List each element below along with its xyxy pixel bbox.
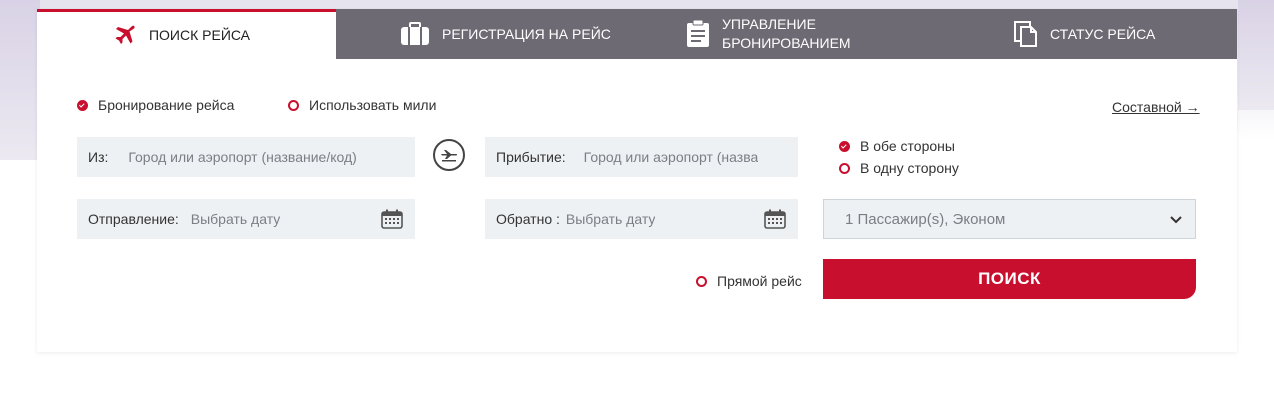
trip-type-oneway-label: В одну сторону — [860, 160, 959, 176]
trip-type-roundtrip-label: В обе стороны — [860, 138, 955, 154]
departure-input[interactable]: Выбрать дату — [191, 211, 281, 227]
to-label: Прибытие: — [496, 149, 566, 165]
booking-widget: ПОИСК РЕЙСА РЕГИСТРАЦИЯ НА РЕЙС УПРАВЛЕН… — [37, 9, 1237, 352]
suitcase-icon — [400, 22, 430, 46]
swap-direction-button[interactable] — [433, 139, 465, 171]
passengers-select[interactable]: 1 Пассажир(s), Эконом — [823, 199, 1196, 239]
booking-type-miles[interactable]: Использовать мили — [288, 97, 436, 113]
direct-flight-label: Прямой рейс — [717, 273, 802, 289]
tab-flight-status[interactable]: СТАТУС РЕЙСА — [974, 9, 1237, 59]
swap-direction-icon — [438, 143, 460, 168]
calendar-icon[interactable] — [381, 209, 403, 232]
trip-type-oneway[interactable]: В одну сторону — [839, 160, 959, 176]
return-date-field[interactable]: Обратно : Выбрать дату — [485, 199, 798, 239]
radio-checked-icon — [77, 99, 88, 111]
documents-icon — [1014, 21, 1038, 47]
tab-search-label: ПОИСК РЕЙСА — [148, 27, 251, 43]
departure-label: Отправление: — [88, 211, 179, 227]
trip-type-roundtrip[interactable]: В обе стороны — [839, 138, 955, 154]
radio-unchecked-icon — [839, 162, 850, 174]
search-button[interactable]: ПОИСК — [823, 259, 1196, 299]
background-decoration-right — [1238, 0, 1274, 110]
return-label: Обратно : — [496, 211, 560, 227]
to-field[interactable]: Прибытие: Город или аэропорт (назва — [485, 137, 798, 177]
tab-checkin[interactable]: РЕГИСТРАЦИЯ НА РЕЙС — [336, 9, 674, 59]
departure-date-field[interactable]: Отправление: Выбрать дату — [77, 199, 415, 239]
tab-manage-label: УПРАВЛЕНИЕ БРОНИРОВАНИЕМ — [722, 16, 851, 51]
booking-type-miles-label: Использовать мили — [309, 97, 437, 113]
clipboard-icon — [686, 20, 710, 48]
radio-checked-icon — [839, 140, 850, 152]
background-decoration-left — [0, 0, 40, 160]
return-input[interactable]: Выбрать дату — [566, 211, 656, 227]
airplane-icon — [113, 24, 137, 48]
direct-flight-option[interactable]: Прямой рейс — [696, 273, 802, 289]
chevron-down-icon — [1169, 212, 1183, 230]
tab-checkin-label: РЕГИСТРАЦИЯ НА РЕЙС — [442, 25, 611, 42]
tab-search-flight[interactable]: ПОИСК РЕЙСА — [37, 9, 336, 59]
tab-bar: ПОИСК РЕЙСА РЕГИСТРАЦИЯ НА РЕЙС УПРАВЛЕН… — [37, 9, 1237, 59]
booking-type-booking-label: Бронирование рейса — [98, 97, 235, 113]
calendar-icon[interactable] — [764, 209, 786, 232]
to-input[interactable]: Город или аэропорт (назва — [584, 149, 759, 165]
radio-unchecked-icon — [696, 275, 707, 287]
tab-manage-booking[interactable]: УПРАВЛЕНИЕ БРОНИРОВАНИЕМ — [674, 9, 974, 59]
composite-route-link[interactable]: Составной → — [1112, 99, 1200, 115]
booking-type-booking[interactable]: Бронирование рейса — [77, 97, 234, 113]
passengers-value: 1 Пассажир(s), Эконом — [845, 210, 1006, 228]
from-field[interactable]: Из: Город или аэропорт (название/код) — [77, 137, 415, 177]
tab-status-label: СТАТУС РЕЙСА — [1050, 25, 1156, 42]
from-label: Из: — [88, 149, 109, 165]
radio-unchecked-icon — [288, 99, 299, 111]
from-input[interactable]: Город или аэропорт (название/код) — [128, 149, 356, 165]
